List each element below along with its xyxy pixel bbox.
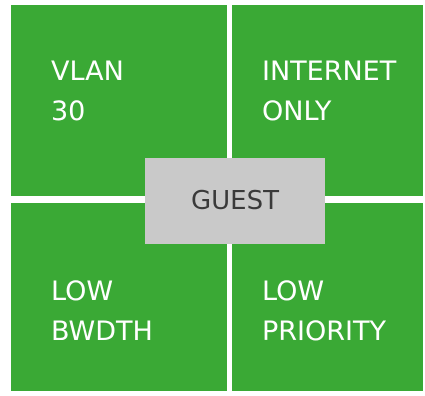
quadrant-internet-only-line2: ONLY xyxy=(262,96,332,127)
quadrant-internet-only-line1: INTERNET xyxy=(262,56,397,87)
quadrant-low-priority-line2: PRIORITY xyxy=(262,316,386,347)
quadrant-low-bandwidth-line2: BWDTH xyxy=(51,316,153,347)
quadrant-low-priority-line1: LOW xyxy=(262,276,325,307)
quadrant-vlan-line2: 30 xyxy=(51,96,86,127)
quadrant-vlan-line1: VLAN xyxy=(51,56,124,87)
quadrant-low-bandwidth-line1: LOW xyxy=(51,276,114,307)
center-label: GUEST xyxy=(191,186,279,216)
center-label-box: GUEST xyxy=(145,158,325,244)
guest-network-diagram: VLAN 30 INTERNET ONLY LOW BWDTH LOW PRIO… xyxy=(0,0,425,396)
